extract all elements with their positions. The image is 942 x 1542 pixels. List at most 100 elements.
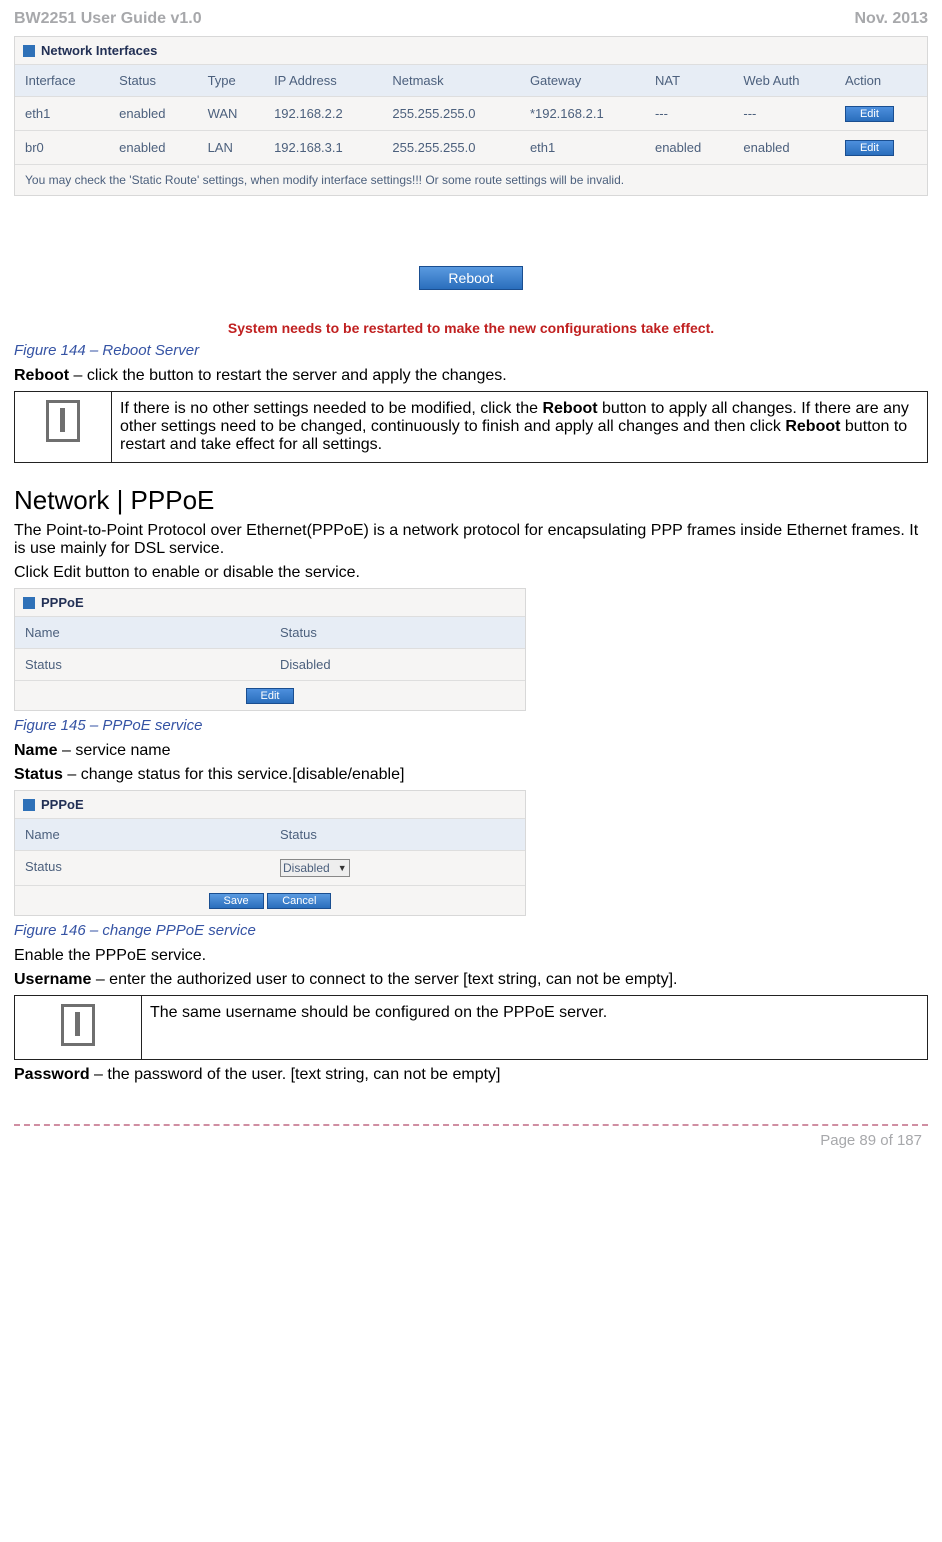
info-icon [46, 400, 80, 442]
cell-ip: 192.168.3.1 [264, 131, 382, 165]
cell-ip: 192.168.2.2 [264, 97, 382, 131]
select-value: Disabled [283, 861, 330, 875]
name-label: Name [14, 742, 58, 759]
cell-type: LAN [198, 131, 265, 165]
reboot-rest: – click the button to restart the server… [69, 367, 507, 384]
info-icon-cell [15, 996, 142, 1060]
info-text: If there is no other settings needed to … [112, 392, 928, 463]
col-gateway: Gateway [520, 65, 645, 97]
header-left: BW2251 User Guide v1.0 [14, 10, 202, 28]
cell-type: WAN [198, 97, 265, 131]
reboot-desc: Reboot – click the button to restart the… [14, 367, 928, 385]
col-webauth: Web Auth [733, 65, 835, 97]
reboot-label: Reboot [14, 367, 69, 384]
edit-button[interactable]: Edit [845, 140, 894, 156]
cell-webauth: enabled [733, 131, 835, 165]
info-pre: If there is no other settings needed to … [120, 400, 542, 417]
reboot-warning: System needs to be restarted to make the… [14, 320, 928, 336]
cell-status: enabled [109, 97, 197, 131]
info-box: If there is no other settings needed to … [14, 391, 928, 463]
network-interfaces-panel: Network Interfaces Interface Status Type… [14, 36, 928, 196]
reboot-button[interactable]: Reboot [419, 266, 522, 290]
pppoe-data-row: Status Disabled ▼ [15, 850, 525, 885]
col-netmask: Netmask [382, 65, 520, 97]
network-interfaces-table: Interface Status Type IP Address Netmask… [15, 64, 927, 164]
pppoe-btn-row: Save Cancel [15, 885, 525, 915]
col-status: Status [270, 617, 525, 648]
reboot-block: Reboot System needs to be restarted to m… [14, 266, 928, 336]
info-b1: Reboot [542, 400, 597, 417]
panel-icon [23, 597, 35, 609]
panel-header: Network Interfaces [15, 37, 927, 64]
cell-status: enabled [109, 131, 197, 165]
pppoe-header-row: Name Status [15, 616, 525, 648]
figure-caption: Figure 145 – PPPoE service [14, 717, 928, 734]
col-status: Status [109, 65, 197, 97]
cell-nat: --- [645, 97, 733, 131]
panel-title: PPPoE [41, 595, 84, 610]
panel-icon [23, 45, 35, 57]
table-row: br0 enabled LAN 192.168.3.1 255.255.255.… [15, 131, 927, 165]
panel-title: Network Interfaces [41, 43, 157, 58]
edit-button[interactable]: Edit [845, 106, 894, 122]
cancel-button[interactable]: Cancel [267, 893, 331, 909]
table-header-row: Interface Status Type IP Address Netmask… [15, 65, 927, 97]
pppoe-header-row: Name Status [15, 818, 525, 850]
cell-netmask: 255.255.255.0 [382, 131, 520, 165]
col-ip: IP Address [264, 65, 382, 97]
table-row: eth1 enabled WAN 192.168.2.2 255.255.255… [15, 97, 927, 131]
cell-gateway: *192.168.2.1 [520, 97, 645, 131]
chevron-down-icon: ▼ [338, 863, 347, 873]
panel-title: PPPoE [41, 797, 84, 812]
name-rest: – service name [58, 742, 171, 759]
page-number: Page 89 of 187 [14, 1132, 928, 1149]
info-text: The same username should be configured o… [142, 996, 928, 1060]
pppoe-edit-panel: PPPoE Name Status Status Disabled ▼ Save… [14, 790, 526, 916]
cell-interface: br0 [15, 131, 109, 165]
pppoe-panel: PPPoE Name Status Status Disabled Edit [14, 588, 526, 711]
cell-gateway: eth1 [520, 131, 645, 165]
page-separator [14, 1124, 928, 1126]
username-rest: – enter the authorized user to connect t… [91, 971, 677, 988]
status-desc: Status – change status for this service.… [14, 766, 928, 784]
col-name: Name [15, 617, 270, 648]
password-label: Password [14, 1066, 90, 1083]
col-status: Status [270, 819, 525, 850]
password-rest: – the password of the user. [text string… [90, 1066, 501, 1083]
cell-name: Status [15, 649, 270, 680]
col-nat: NAT [645, 65, 733, 97]
section-p1: The Point-to-Point Protocol over Etherne… [14, 522, 928, 558]
status-rest: – change status for this service.[disabl… [63, 766, 405, 783]
page-header: BW2251 User Guide v1.0 Nov. 2013 [14, 10, 928, 28]
password-desc: Password – the password of the user. [te… [14, 1066, 928, 1084]
info-box: The same username should be configured o… [14, 995, 928, 1060]
col-interface: Interface [15, 65, 109, 97]
panel-header: PPPoE [15, 791, 525, 818]
info-icon [61, 1004, 95, 1046]
panel-header: PPPoE [15, 589, 525, 616]
status-select[interactable]: Disabled ▼ [280, 859, 350, 877]
panel-footnote: You may check the 'Static Route' setting… [15, 164, 927, 195]
info-b2: Reboot [785, 418, 840, 435]
name-desc: Name – service name [14, 742, 928, 760]
cell-webauth: --- [733, 97, 835, 131]
pppoe-btn-row: Edit [15, 680, 525, 710]
cell-status: Disabled [270, 649, 525, 680]
section-p2: Click Edit button to enable or disable t… [14, 564, 928, 582]
cell-nat: enabled [645, 131, 733, 165]
figure-caption: Figure 146 – change PPPoE service [14, 922, 928, 939]
save-button[interactable]: Save [209, 893, 264, 909]
col-name: Name [15, 819, 270, 850]
col-type: Type [198, 65, 265, 97]
edit-button[interactable]: Edit [246, 688, 295, 704]
col-action: Action [835, 65, 927, 97]
cell-status-select: Disabled ▼ [270, 851, 525, 885]
info-icon-cell [15, 392, 112, 463]
status-label: Status [14, 766, 63, 783]
cell-interface: eth1 [15, 97, 109, 131]
panel-icon [23, 799, 35, 811]
username-label: Username [14, 971, 91, 988]
enable-line: Enable the PPPoE service. [14, 947, 928, 965]
username-desc: Username – enter the authorized user to … [14, 971, 928, 989]
cell-name: Status [15, 851, 270, 885]
